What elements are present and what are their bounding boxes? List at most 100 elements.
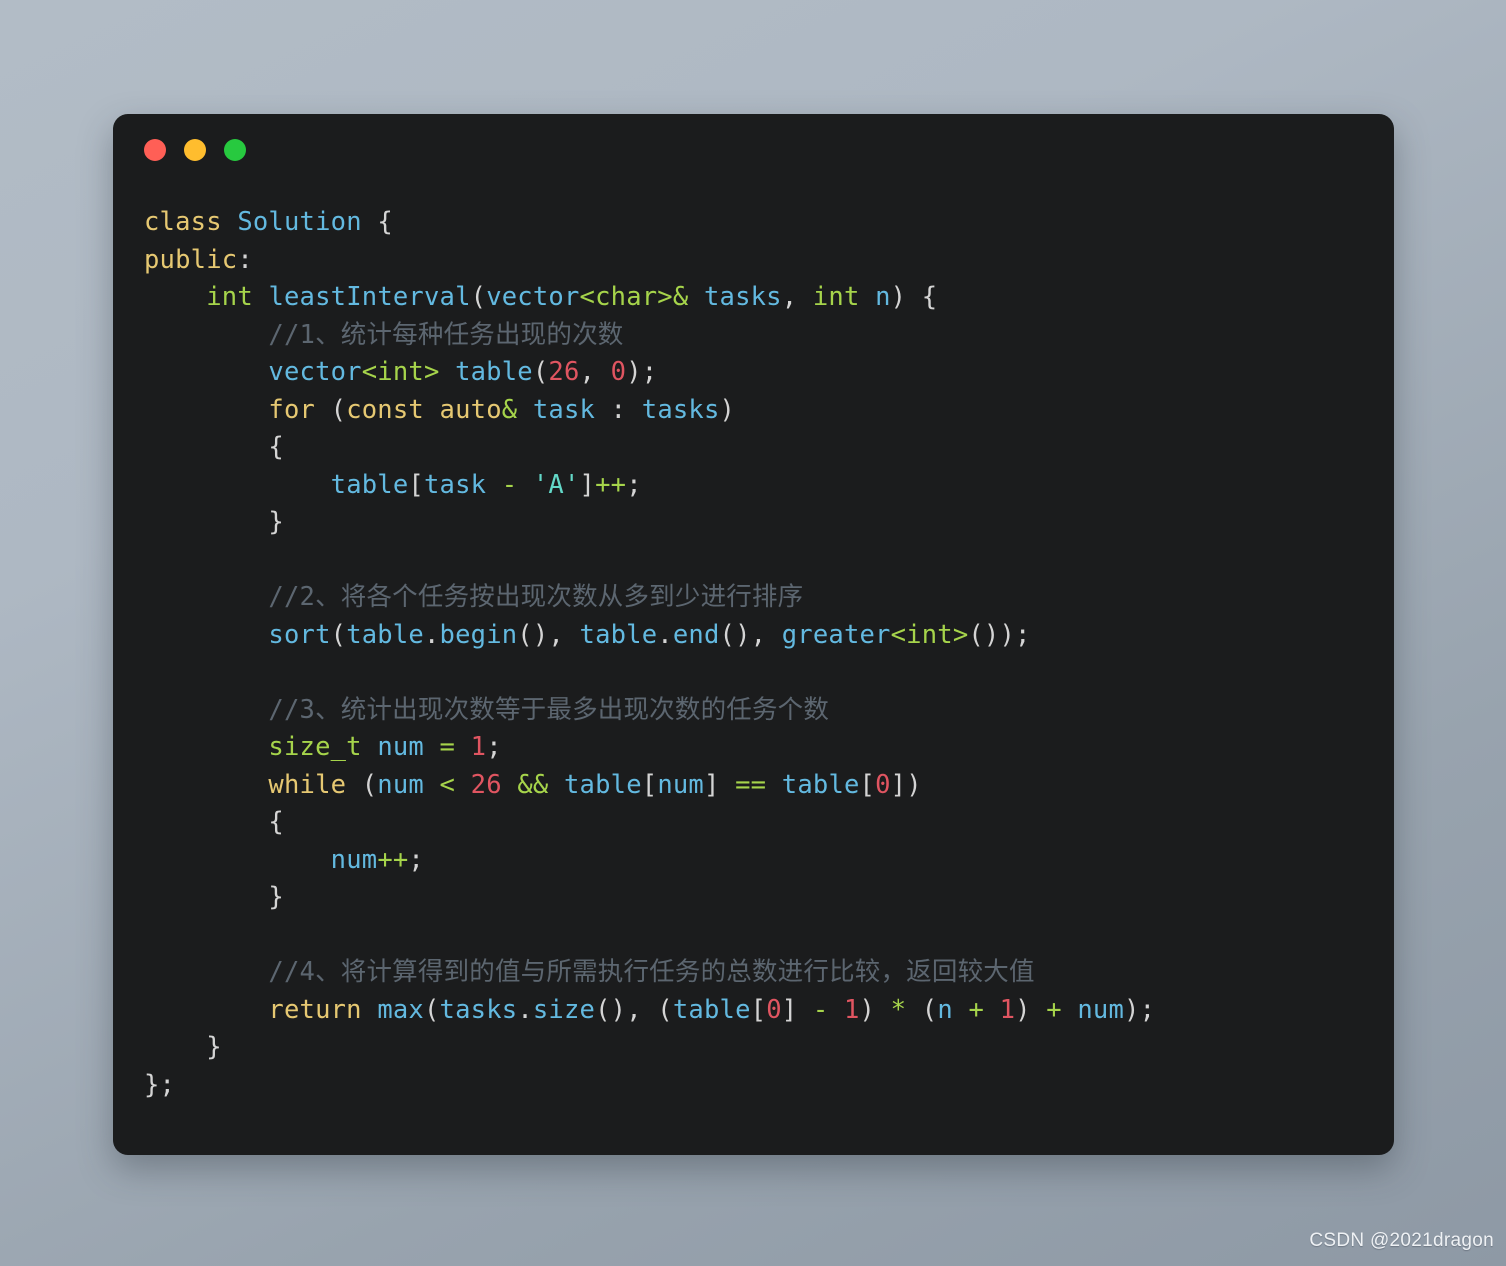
code-token: = (439, 732, 456, 762)
code-token: <int> (890, 619, 969, 650)
code-token: Solution (237, 207, 362, 237)
code-token: ()); (968, 619, 1031, 650)
code-token: ( (423, 994, 440, 1025)
code-token: ] (704, 769, 736, 800)
code-token: , (579, 357, 611, 387)
code-line: table[task - 'A']++; (144, 467, 1394, 505)
code-token: ) (859, 994, 891, 1025)
code-line: //1、统计每种任务出现的次数 (144, 317, 1394, 355)
code-line: while (num < 26 && table[num] == table[0… (144, 767, 1394, 805)
minimize-window-button[interactable] (184, 138, 206, 161)
code-token: ); (1124, 994, 1156, 1025)
code-token: , (781, 282, 813, 312)
code-token: greater (781, 619, 891, 650)
code-line: num++; (144, 842, 1394, 880)
code-token: tasks (641, 394, 720, 425)
code-token: vector (268, 357, 362, 387)
code-token: . (517, 994, 533, 1025)
code-token: <int> (361, 357, 440, 387)
code-token: [ (408, 469, 424, 500)
code-token: 0 (875, 769, 891, 800)
code-line: return max(tasks.size(), (table[0] - 1) … (144, 992, 1394, 1030)
code-token: { (377, 207, 393, 237)
code-token: 'A' (532, 469, 580, 500)
code-token: table (579, 619, 658, 650)
code-token: ( (470, 282, 487, 312)
code-token: tasks (703, 282, 782, 312)
code-token: && (517, 769, 549, 800)
code-token: : (595, 394, 642, 425)
code-token: . (423, 619, 440, 650)
code-token: ) { (890, 282, 938, 312)
code-token: const (346, 394, 424, 425)
code-token: - (501, 469, 518, 500)
code-token: (), (517, 619, 580, 650)
code-token: ( (906, 994, 938, 1025)
code-token: //1、统计每种任务出现的次数 (268, 319, 624, 350)
code-token: n (875, 282, 891, 312)
code-line: sort(table.begin(), table.end(), greater… (144, 617, 1394, 655)
code-token: ] (579, 469, 596, 500)
code-token: tasks (439, 994, 518, 1025)
close-window-button[interactable] (144, 138, 166, 161)
code-token: } (144, 1032, 222, 1062)
maximize-window-button[interactable] (224, 138, 246, 161)
code-token: task (532, 394, 596, 425)
code-line: //2、将各个任务按出现次数从多到少进行排序 (144, 579, 1394, 617)
csdn-watermark: CSDN @2021dragon (1309, 1230, 1494, 1251)
code-token: ( (315, 394, 347, 425)
code-line: vector<int> table(26, 0); (144, 354, 1394, 392)
code-token: class (144, 207, 222, 237)
code-token: //4、将计算得到的值与所需执行任务的总数进行比较，返回较大值 (268, 957, 1035, 987)
code-token: int (206, 282, 253, 312)
code-token: sort (268, 619, 331, 650)
code-token: ]) (890, 769, 922, 800)
code-token: while (268, 769, 347, 800)
code-token: table (330, 469, 409, 500)
code-token: ( (532, 357, 549, 387)
code-block[interactable]: class Solution {public: int leastInterva… (113, 154, 1394, 1104)
code-token: + (1046, 994, 1062, 1025)
code-line: } (144, 1029, 1394, 1067)
code-token: [ (750, 994, 767, 1025)
code-token: } (144, 507, 284, 537)
code-token: table (781, 769, 860, 800)
code-token: * (890, 994, 907, 1025)
code-token: int (812, 282, 860, 312)
code-token: begin (439, 619, 518, 650)
code-token: { (144, 432, 284, 462)
code-token: 0 (766, 994, 782, 1025)
code-token: size_t (268, 732, 362, 762)
code-token: table (564, 769, 642, 800)
code-token: ; (408, 844, 424, 875)
code-token: 1 (470, 732, 487, 762)
code-line: { (144, 804, 1394, 842)
code-line: } (144, 504, 1394, 542)
code-token: [ (641, 769, 658, 800)
code-line: //3、统计出现次数等于最多出现次数的任务个数 (144, 692, 1394, 730)
code-token: & (672, 282, 704, 312)
